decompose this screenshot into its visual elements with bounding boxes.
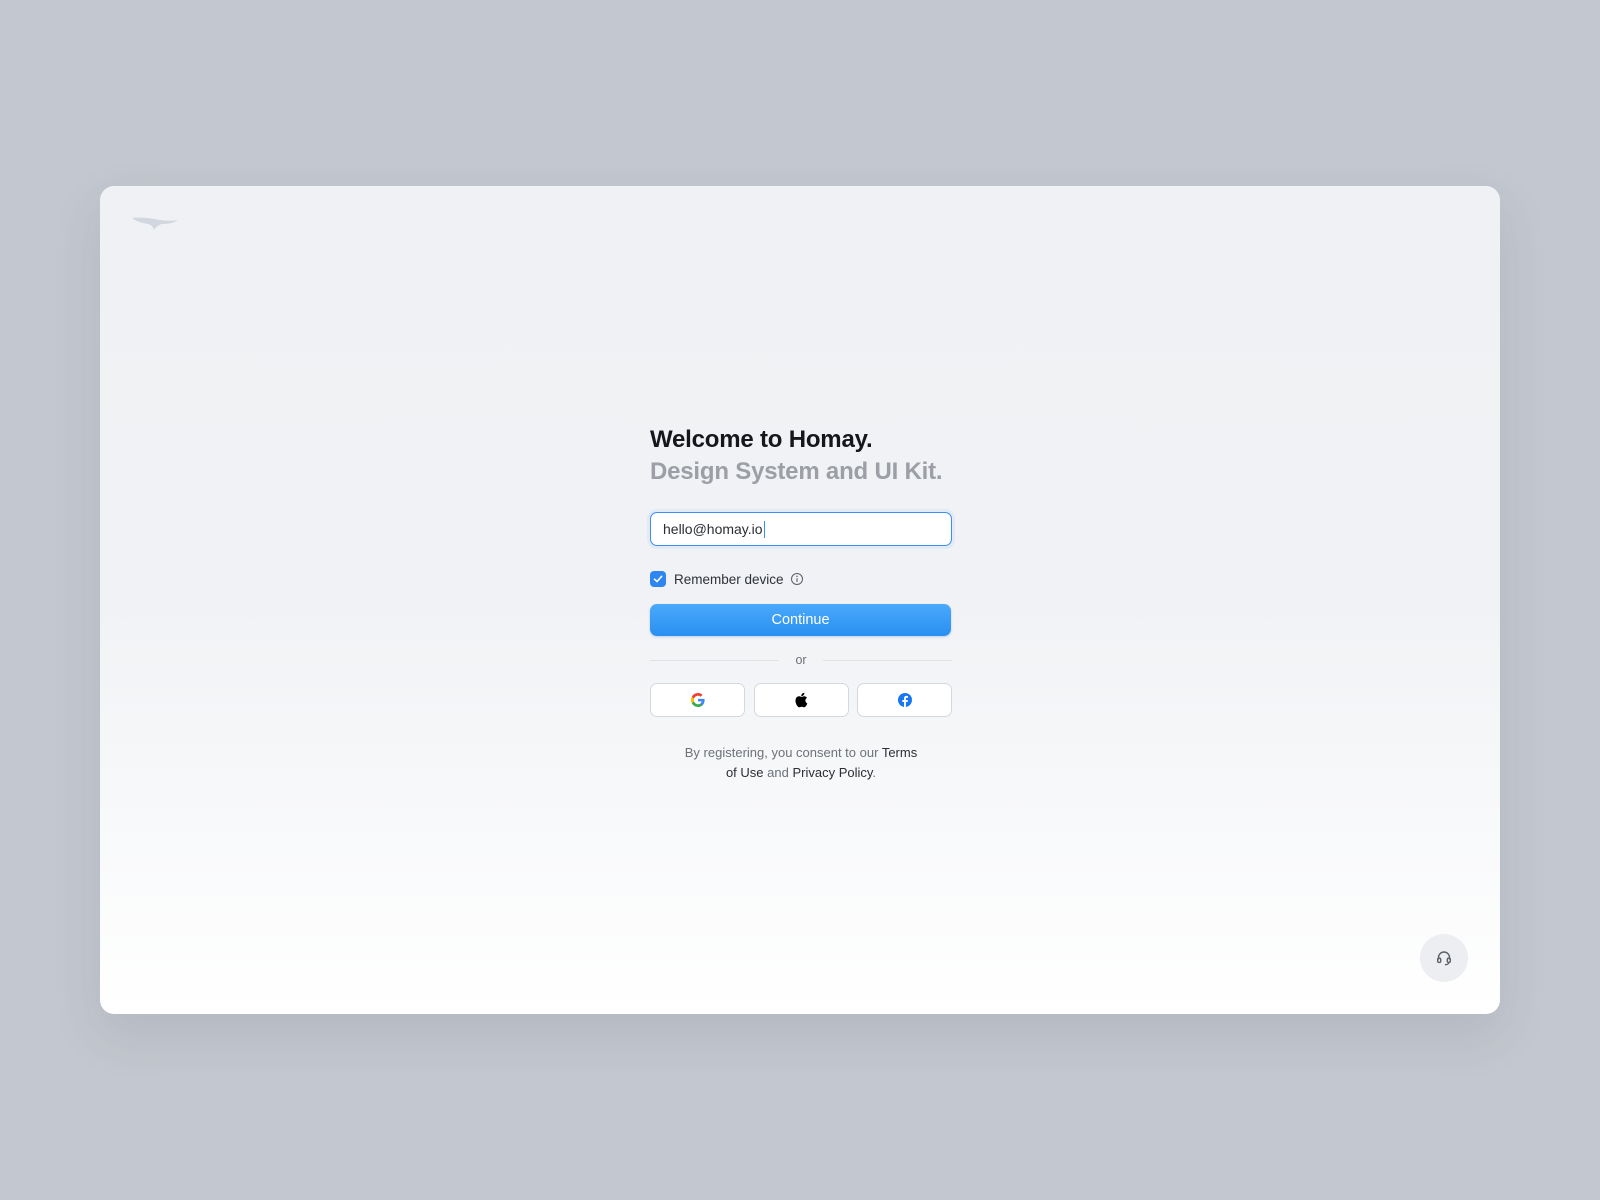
legal-conjunction: and — [767, 765, 789, 780]
google-icon — [690, 693, 705, 707]
info-icon[interactable] — [790, 572, 804, 586]
divider-line-right — [822, 659, 952, 661]
legal-prefix: By registering, you consent to our — [684, 745, 879, 760]
login-card: Welcome to Homay. Design System and UI K… — [100, 186, 1500, 1014]
divider-label: or — [795, 653, 807, 667]
remember-device-checkbox[interactable] — [650, 571, 666, 587]
facebook-login-button[interactable] — [857, 683, 952, 717]
privacy-policy-link[interactable]: Privacy Policy — [792, 765, 872, 780]
remember-device-row: Remember device — [650, 570, 952, 588]
legal-suffix: . — [872, 765, 877, 780]
text-caret — [763, 520, 766, 538]
legal-notice: By registering, you consent to our Terms… — [650, 743, 952, 783]
divider-line-left — [650, 659, 780, 661]
or-divider: or — [650, 652, 952, 668]
login-form: Welcome to Homay. Design System and UI K… — [650, 424, 952, 783]
apple-icon — [795, 692, 808, 708]
google-login-button[interactable] — [650, 683, 745, 717]
checkmark-icon — [653, 575, 663, 583]
continue-button[interactable]: Continue — [650, 604, 951, 636]
facebook-icon — [897, 693, 912, 707]
page-subtitle: Design System and UI Kit. — [650, 458, 943, 485]
apple-login-button[interactable] — [753, 683, 849, 717]
headset-icon — [1437, 951, 1452, 966]
email-field[interactable]: hello@homay.io — [650, 512, 952, 546]
page-title: Welcome to Homay. — [650, 426, 873, 453]
bird-logo-icon — [130, 212, 180, 234]
social-login-row — [650, 683, 952, 717]
email-value: hello@homay.io — [663, 521, 763, 537]
support-button[interactable] — [1420, 934, 1468, 982]
remember-device-label[interactable]: Remember device — [674, 572, 784, 587]
